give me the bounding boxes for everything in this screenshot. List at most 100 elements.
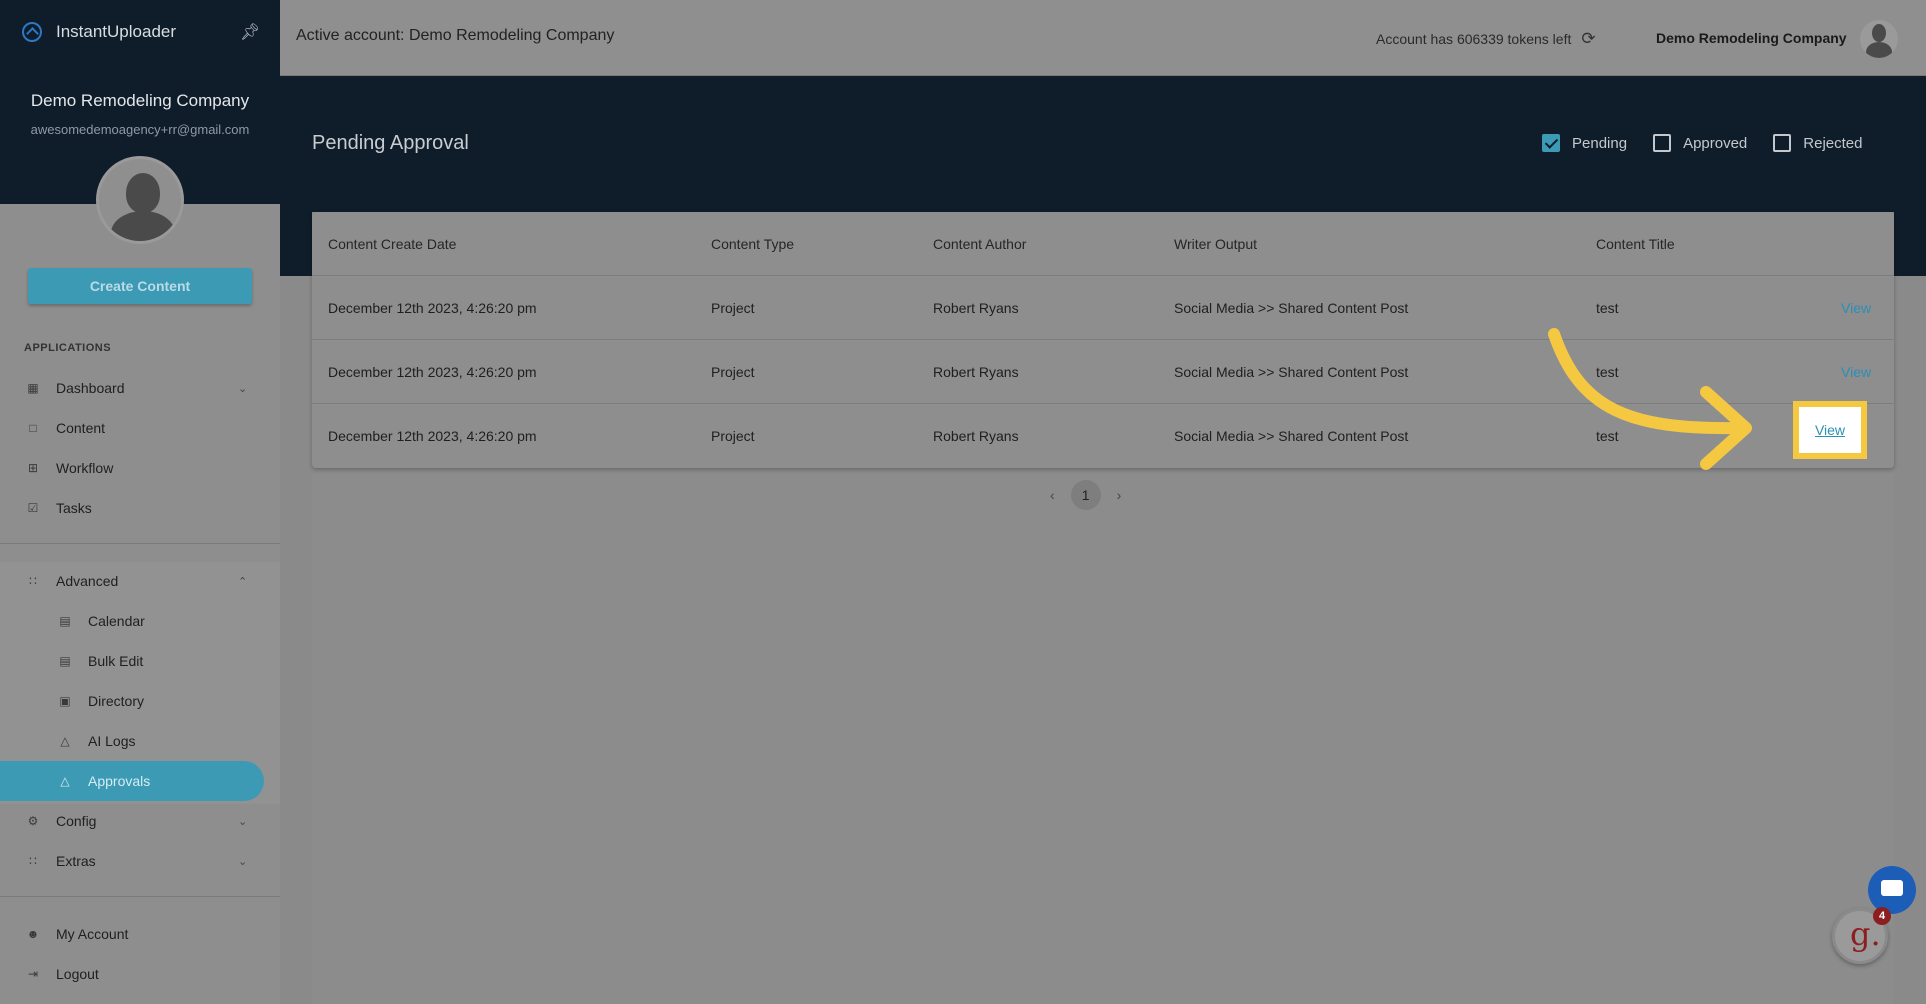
brand-logo-icon (22, 22, 42, 42)
sidebar-item-my-account[interactable]: ☻ My Account (0, 914, 264, 954)
sidebar-item-label: Calendar (88, 613, 145, 629)
refresh-icon[interactable]: ⟳ (1581, 29, 1595, 49)
approved-checkbox[interactable] (1653, 134, 1672, 152)
chevron-down-icon: ⌄ (238, 815, 248, 828)
sidebar-item-label: Approvals (88, 773, 151, 789)
approvals-icon: △ (60, 774, 70, 788)
filter-label: Approved (1683, 134, 1748, 152)
sidebar-item-label: Logout (56, 966, 99, 982)
ai-logs-icon: △ (60, 734, 70, 748)
directory-icon: ▣ (59, 694, 71, 708)
divider (0, 896, 280, 897)
table-header-row: Content Create Date Content Type Content… (312, 212, 1894, 276)
sidebar-company-name: Demo Remodeling Company (30, 91, 250, 110)
filter-pending[interactable]: Pending (1542, 134, 1627, 152)
notification-badge: 4 (1873, 907, 1891, 925)
chevron-down-icon: ⌄ (238, 382, 248, 395)
user-avatar[interactable] (1860, 20, 1898, 58)
sidebar-item-label: Bulk Edit (88, 653, 144, 669)
calendar-icon: ▤ (59, 614, 71, 628)
sidebar-item-dashboard[interactable]: ▦ Dashboard ⌄ (0, 368, 264, 408)
apps-icon: ∷ (29, 574, 37, 588)
column-header[interactable]: Content Author (933, 212, 1026, 276)
page-title: Pending Approval (312, 132, 469, 154)
sidebar-item-tasks[interactable]: ☑ Tasks (0, 488, 264, 528)
sidebar-item-config[interactable]: ⚙ Config ⌄ (0, 801, 264, 841)
sidebar-item-workflow[interactable]: ⊞ Workflow (0, 448, 264, 488)
sidebar-item-label: My Account (56, 926, 129, 942)
cell-author: Robert Ryans (933, 364, 1019, 380)
gear-icon: ⚙ (27, 814, 39, 828)
chevron-up-icon: ⌃ (238, 575, 248, 588)
chevron-down-icon: ⌄ (238, 855, 248, 868)
pagination: ‹ 1 › (1050, 480, 1121, 510)
sidebar-item-label: Directory (88, 693, 145, 709)
cell-writer-output: Social Media >> Shared Content Post (1174, 364, 1409, 380)
user-icon: ☻ (26, 927, 40, 941)
cell-content-type: Project (711, 300, 755, 316)
brand-name: InstantUploader (56, 22, 177, 41)
page-button[interactable]: 1 (1070, 480, 1101, 510)
pin-icon[interactable]: 📌︎ (240, 22, 260, 42)
create-content-button[interactable]: Create Content (28, 268, 252, 304)
sidebar-item-label: Extras (56, 853, 96, 869)
cell-content-type: Project (711, 364, 755, 380)
tokens-label: Account has 606339 tokens left (1376, 31, 1572, 47)
avatar[interactable] (96, 156, 184, 244)
sidebar-item-bulk-edit[interactable]: ▤ Bulk Edit (0, 641, 264, 681)
sidebar-item-ai-logs[interactable]: △ AI Logs (0, 721, 264, 761)
view-link[interactable]: View (1841, 340, 1871, 404)
filter-label: Rejected (1803, 134, 1863, 152)
pending-checkbox[interactable] (1542, 134, 1560, 152)
highlighted-view-link[interactable]: View (1793, 401, 1867, 459)
sidebar-item-label: Workflow (56, 460, 114, 476)
tokens-status: Account has 606339 tokens left ⟳ (1376, 29, 1596, 49)
applications-section-title: APPLICATIONS (24, 342, 112, 354)
column-header[interactable]: Writer Output (1174, 212, 1257, 276)
prev-page-icon[interactable]: ‹ (1050, 487, 1055, 503)
cell-content-type: Project (711, 428, 755, 444)
column-header[interactable]: Content Type (711, 212, 794, 276)
sidebar-item-label: AI Logs (88, 733, 136, 749)
status-filters: Pending Approved Rejected (1542, 134, 1862, 152)
sidebar-email: awesomedemoagency+rr@gmail.com (30, 122, 250, 137)
sidebar-item-label: Tasks (56, 500, 92, 516)
checkbox-icon: ☑ (27, 501, 39, 515)
sidebar-item-label: Advanced (56, 573, 119, 589)
view-link[interactable]: View (1799, 407, 1861, 453)
apps-icon: ∷ (29, 854, 37, 868)
divider (0, 543, 280, 544)
brand[interactable]: InstantUploader (22, 22, 176, 42)
sidebar-item-calendar[interactable]: ▤ Calendar (0, 601, 264, 641)
logout-icon: ⇥ (27, 967, 39, 981)
cell-author: Robert Ryans (933, 428, 1019, 444)
grid-icon: ⊞ (27, 461, 39, 475)
bulk-edit-icon: ▤ (59, 654, 71, 668)
sidebar-item-approvals[interactable]: △ Approvals (0, 761, 264, 801)
sidebar-item-content[interactable]: □ Content (0, 408, 264, 448)
dashboard-icon: ▦ (27, 381, 39, 395)
next-page-icon[interactable]: › (1117, 487, 1122, 503)
sidebar-item-directory[interactable]: ▣ Directory (0, 681, 264, 721)
column-header[interactable]: Content Create Date (328, 212, 456, 276)
column-header[interactable]: Content Title (1596, 212, 1675, 276)
topbar-company-name[interactable]: Demo Remodeling Company (1656, 30, 1847, 46)
active-account-label: Active account: Demo Remodeling Company (296, 27, 615, 44)
topbar: Active account: Demo Remodeling Company … (280, 0, 1926, 76)
chat-icon[interactable] (1868, 866, 1916, 914)
sidebar-item-label: Config (56, 813, 97, 829)
sidebar-item-logout[interactable]: ⇥ Logout (0, 954, 264, 994)
folder-icon: □ (29, 421, 37, 435)
filter-approved[interactable]: Approved (1653, 134, 1747, 152)
rejected-checkbox[interactable] (1773, 134, 1792, 152)
sidebar-item-advanced[interactable]: ∷ Advanced ⌃ (0, 561, 264, 601)
view-link[interactable]: View (1841, 276, 1871, 340)
g-widget[interactable]: g. 4 (1832, 907, 1891, 964)
filter-label: Pending (1572, 134, 1628, 152)
cell-writer-output: Social Media >> Shared Content Post (1174, 300, 1409, 316)
filter-rejected[interactable]: Rejected (1773, 134, 1862, 152)
cell-writer-output: Social Media >> Shared Content Post (1174, 428, 1409, 444)
cell-create-date: December 12th 2023, 4:26:20 pm (328, 364, 537, 380)
sidebar-item-extras[interactable]: ∷ Extras ⌄ (0, 841, 264, 881)
sidebar-item-label: Dashboard (56, 380, 125, 396)
